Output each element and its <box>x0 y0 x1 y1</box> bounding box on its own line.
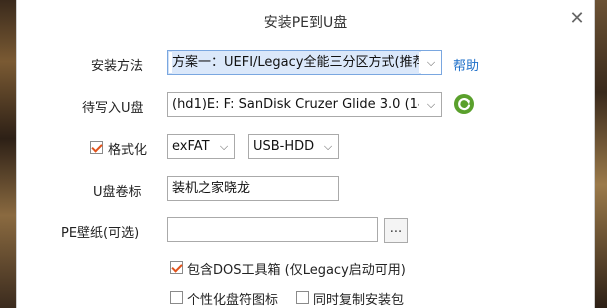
filesystem-value: exFAT <box>172 139 210 154</box>
chevron-down-icon: ⌵ <box>318 135 338 158</box>
refresh-icon <box>454 94 474 114</box>
boot-mode-select[interactable]: USB-HDD ⌵ <box>248 134 339 159</box>
copy-installer-label: 同时复制安装包 <box>313 293 405 308</box>
target-disk-select[interactable]: (hd1)E: F: SanDisk Cruzer Glide 3.0 (14.… <box>167 92 442 117</box>
include-dos-label: 包含DOS工具箱 (仅Legacy启动可用) <box>187 263 406 278</box>
title-bar: 安装PE到U盘 ✕ <box>17 0 594 40</box>
close-icon: ✕ <box>569 8 585 29</box>
close-button[interactable]: ✕ <box>566 8 588 30</box>
chevron-down-icon: ⌵ <box>214 135 234 158</box>
install-pe-dialog: 安装PE到U盘 ✕ 安装方法 方案一：UEFI/Legacy全能三分区方式(推荐… <box>16 0 595 308</box>
copy-installer-checkbox[interactable] <box>296 291 309 304</box>
wallpaper-path-input[interactable] <box>167 217 378 242</box>
filesystem-select[interactable]: exFAT ⌵ <box>167 134 235 159</box>
personalize-icon-checkbox[interactable] <box>170 291 183 304</box>
wallpaper-label: PE壁纸(可选) <box>61 226 140 241</box>
browse-button[interactable]: ... <box>384 218 408 243</box>
install-method-label: 安装方法 <box>91 59 144 74</box>
refresh-button[interactable] <box>453 93 475 115</box>
desktop-background-right <box>595 0 607 308</box>
format-checkbox[interactable] <box>90 141 103 154</box>
window-title: 安装PE到U盘 <box>263 15 348 31</box>
personalize-icon-label: 个性化盘符图标 <box>187 293 279 308</box>
desktop-background-left <box>0 0 16 308</box>
include-dos-checkbox[interactable] <box>170 261 183 274</box>
install-method-select[interactable]: 方案一：UEFI/Legacy全能三分区方式(推荐) ⌵ <box>167 50 442 75</box>
target-disk-label: 待写入U盘 <box>82 101 144 116</box>
format-label: 格式化 <box>108 143 148 158</box>
install-method-value: 方案一：UEFI/Legacy全能三分区方式(推荐) <box>172 51 419 74</box>
volume-label-input[interactable]: 装机之家晓龙 <box>167 176 339 201</box>
chevron-down-icon: ⌵ <box>421 51 441 74</box>
volume-label-label: U盘卷标 <box>93 185 142 200</box>
chevron-down-icon: ⌵ <box>421 93 441 116</box>
boot-mode-value: USB-HDD <box>253 139 315 154</box>
help-link[interactable]: 帮助 <box>453 55 479 74</box>
target-disk-value: (hd1)E: F: SanDisk Cruzer Glide 3.0 (14.… <box>172 97 419 112</box>
